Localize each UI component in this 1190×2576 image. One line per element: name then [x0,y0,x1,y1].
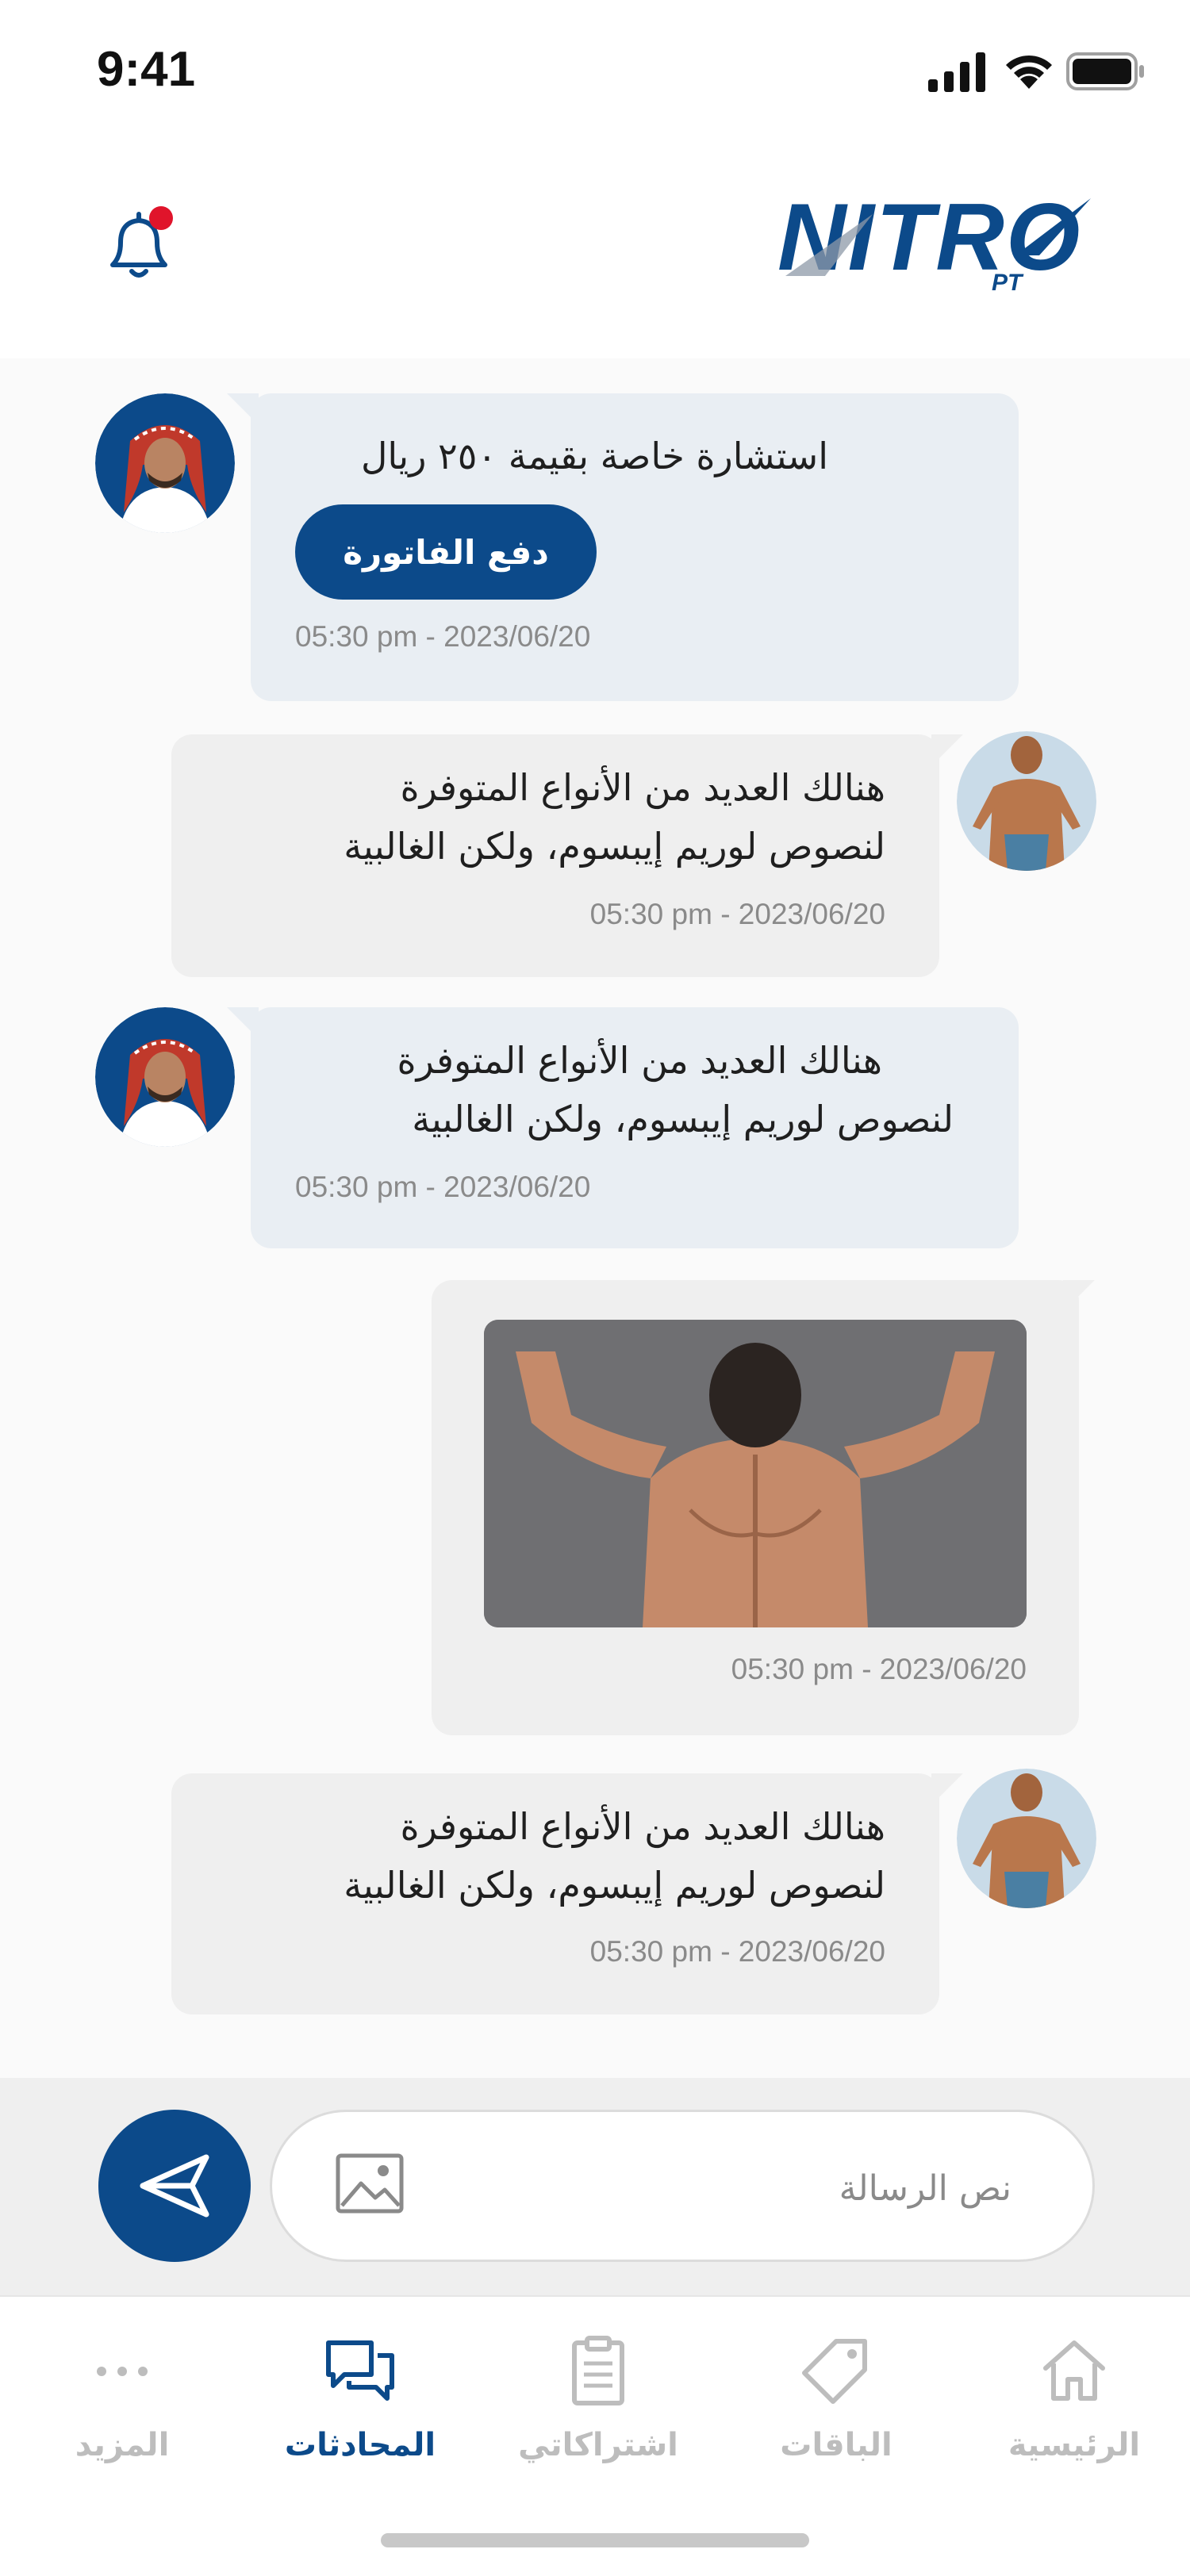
client-avatar-image [957,731,1096,871]
coach-avatar[interactable] [95,393,235,536]
coach-avatar-image [95,1007,235,1147]
message-bubble-coach: هنالك العديد من الأنواع المتوفرة لنصوص ل… [227,1007,1019,1248]
image-message-bubble: 05:30 pm - 2023/06/20 [432,1280,1095,1735]
message-text-line-1: هنالك العديد من الأنواع المتوفرة [400,766,885,809]
coach-avatar[interactable] [95,1007,235,1150]
bubble-tail [1063,1280,1095,1312]
message-timestamp: 05:30 pm - 2023/06/20 [295,1171,591,1203]
logo-sub-text: PT [992,270,1023,296]
send-icon [140,2154,209,2218]
client-avatar-image [957,1769,1096,1908]
notification-bell[interactable] [103,205,175,284]
coach-avatar-image [95,393,235,533]
more-icon [97,2367,148,2376]
client-avatar[interactable] [957,731,1096,874]
status-bar: 9:41 [0,0,1190,143]
bubble-tail [227,393,259,425]
chat-icon [326,2340,394,2401]
message-input[interactable] [566,2152,1013,2225]
message-timestamp: 05:30 pm - 2023/06/20 [731,1653,1027,1685]
tab-chats[interactable]: المحادثات [265,2332,455,2490]
tab-subscriptions[interactable]: اشتراكاتي [503,2332,693,2490]
message-text-line-2: لنصوص لوريم إيبسوم، ولكن الغالبية [344,1864,885,1907]
message-text-line-1: هنالك العديد من الأنواع المتوفرة [400,1805,885,1848]
message-bubble-client: هنالك العديد من الأنواع المتوفرة لنصوص ل… [171,734,963,977]
battery-icon [1066,52,1144,90]
home-icon [1043,2340,1105,2401]
tab-more-label: المزيد [75,2427,170,2463]
tab-more[interactable]: المزيد [27,2332,217,2490]
message-text-line-1: هنالك العديد من الأنواع المتوفرة [303,1031,954,1090]
message-bubble-coach: استشارة خاصة بقيمة ٢٥٠ ريال دفع الفاتورة… [227,393,1019,701]
message-text-line-1-text: هنالك العديد من الأنواع المتوفرة [397,1039,882,1082]
notification-dot [149,206,173,230]
logo-swoosh-icon [785,198,1091,276]
shared-photo[interactable] [484,1320,1027,1627]
image-attach-icon[interactable] [336,2153,404,2214]
tab-packages[interactable]: الباقات [741,2332,931,2490]
client-avatar[interactable] [957,1769,1096,1911]
clipboard-icon [572,2336,624,2405]
message-timestamp: 05:30 pm - 2023/06/20 [589,1935,885,1968]
status-time: 9:41 [97,42,196,97]
tab-chats-label: المحادثات [284,2427,436,2463]
message-bubble-client: هنالك العديد من الأنواع المتوفرة لنصوص ل… [171,1773,963,2014]
tab-subscriptions-label: اشتراكاتي [518,2427,678,2463]
tag-icon [802,2339,867,2404]
message-text: استشارة خاصة بقيمة ٢٥٠ ريال [360,435,828,477]
tab-home[interactable]: الرئيسية [979,2332,1169,2490]
home-indicator [381,2533,809,2547]
message-text-line-2: لنصوص لوريم إيبسوم، ولكن الغالبية [344,825,885,868]
cellular-signal-icon [928,52,985,92]
tab-home-label: الرئيسية [1008,2427,1141,2463]
message-timestamp: 05:30 pm - 2023/06/20 [295,620,591,653]
message-timestamp: 05:30 pm - 2023/06/20 [589,898,885,930]
message-text-line-2: لنصوص لوريم إيبسوم، ولكن الغالبية [412,1098,954,1140]
bodybuilder-back-photo [484,1320,1027,1627]
pay-invoice-button[interactable]: دفع الفاتورة [295,504,597,600]
send-button[interactable] [98,2110,251,2262]
message-input-wrapper [270,2110,1095,2262]
tab-packages-label: الباقات [780,2427,892,2463]
bubble-tail [227,1007,259,1039]
nitro-logo: NITRO PT [777,182,1095,309]
wifi-icon [1006,55,1052,89]
